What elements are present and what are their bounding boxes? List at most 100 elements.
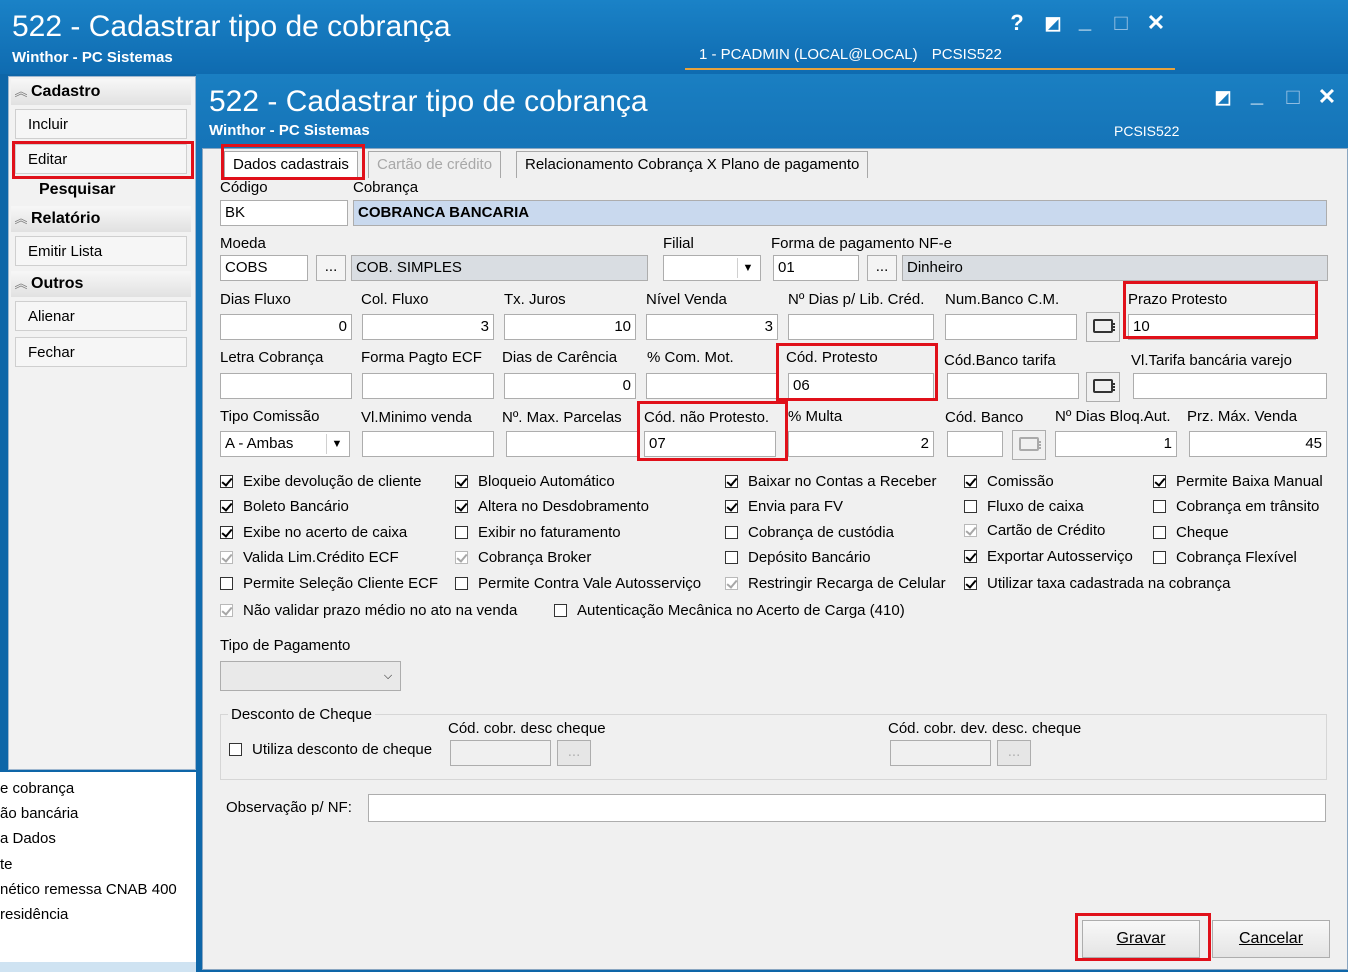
option-checkbox[interactable]: Baixar no Contas a Receber — [725, 472, 936, 492]
num-banco-field[interactable] — [945, 314, 1077, 340]
dias-lib-field[interactable] — [788, 314, 934, 340]
sidebar-section-relatorio[interactable]: ︽ Relatório — [11, 206, 191, 232]
list-item[interactable]: nético remessa CNAB 400 — [0, 881, 177, 898]
outer-minimize-icon[interactable]: _ — [1072, 8, 1098, 34]
nivel-venda-field[interactable]: 3 — [646, 314, 778, 340]
cobranca-field[interactable]: COBRANCA BANCARIA — [353, 200, 1327, 226]
letra-cobranca-field[interactable] — [220, 373, 352, 399]
list-item[interactable]: e cobrança — [0, 780, 74, 797]
option-checkbox[interactable]: Permite Baixa Manual — [1153, 472, 1323, 492]
option-checkbox[interactable]: Cobrança de custódia — [725, 523, 894, 543]
cod-protesto-field[interactable]: 06 — [788, 373, 934, 399]
option-checkbox[interactable]: Exibe devolução de cliente — [220, 472, 421, 492]
option-checkbox[interactable]: Depósito Bancário — [725, 548, 871, 568]
option-checkbox[interactable]: Permite Contra Vale Autosserviço — [455, 574, 701, 594]
save-button[interactable]: Gravar — [1082, 920, 1200, 958]
tipo-pagamento-select[interactable]: ⌵ — [220, 661, 401, 691]
outer-close-icon[interactable]: ✕ — [1143, 10, 1169, 36]
checkmark-icon — [725, 500, 738, 513]
vl-minimo-field[interactable] — [362, 431, 494, 457]
option-checkbox[interactable]: Cobrança Broker — [455, 548, 591, 568]
cod-banco-tarifa-lookup-button[interactable] — [1086, 372, 1120, 402]
option-checkbox[interactable]: Fluxo de caixa — [964, 497, 1084, 517]
option-checkbox[interactable]: Altera no Desdobramento — [455, 497, 649, 517]
cod-banco-tarifa-field[interactable] — [947, 373, 1079, 399]
cod-desc-lookup-button[interactable]: ... — [557, 740, 591, 766]
option-checkbox[interactable]: Autenticação Mecânica no Acerto de Carga… — [554, 601, 905, 621]
dias-carencia-field[interactable]: 0 — [504, 373, 636, 399]
option-checkbox[interactable]: Bloqueio Automático — [455, 472, 615, 492]
codigo-field[interactable]: BK — [220, 200, 348, 226]
cod-banco-tarifa-label: Cód.Banco tarifa — [944, 352, 1056, 369]
num-banco-lookup-button[interactable] — [1086, 312, 1120, 342]
tab-relacionamento[interactable]: Relacionamento Cobrança X Plano de pagam… — [516, 151, 869, 178]
option-checkbox[interactable]: Exportar Autosserviço — [964, 547, 1133, 567]
cod-dev-field[interactable] — [890, 740, 991, 766]
filial-select[interactable]: ▼ — [663, 255, 761, 281]
sidebar-section-cadastro[interactable]: ︽ Cadastro — [11, 79, 191, 105]
option-checkbox[interactable]: Cheque — [1153, 523, 1229, 543]
prz-max-venda-field[interactable]: 45 — [1189, 431, 1327, 457]
fechar-button[interactable]: Fechar — [15, 337, 187, 367]
outer-restore-icon[interactable]: ◩ — [1040, 10, 1066, 36]
dias-bloq-field[interactable]: 1 — [1055, 431, 1177, 457]
option-checkbox[interactable]: Cartão de Crédito — [964, 521, 1105, 541]
list-item[interactable]: te — [0, 856, 13, 873]
inner-minimize-icon[interactable]: _ — [1244, 82, 1270, 108]
dias-fluxo-field[interactable]: 0 — [220, 314, 352, 340]
utiliza-desconto-checkbox[interactable]: Utiliza desconto de cheque — [229, 740, 432, 760]
cod-banco-field[interactable] — [947, 431, 1003, 457]
option-checkbox[interactable]: Restringir Recarga de Celular — [725, 574, 946, 594]
prazo-protesto-field[interactable]: 10 — [1128, 314, 1316, 340]
list-item[interactable]: residência — [0, 906, 68, 923]
tab-cartao-credito[interactable]: Cartão de crédito — [368, 151, 502, 178]
editar-button[interactable]: Editar — [15, 144, 187, 174]
forma-pagto-ecf-field[interactable] — [362, 373, 494, 399]
multa-field[interactable]: 2 — [788, 431, 934, 457]
incluir-button[interactable]: Incluir — [15, 109, 187, 139]
tab-dados-cadastrais[interactable]: Dados cadastrais — [224, 151, 358, 178]
outer-maximize-icon[interactable]: □ — [1108, 10, 1134, 36]
com-mot-field[interactable] — [646, 373, 778, 399]
forma-pagto-field[interactable]: 01 — [773, 255, 859, 281]
sidebar-section-outros[interactable]: ︽ Outros — [11, 271, 191, 297]
checkbox-label: Cheque — [1176, 524, 1229, 541]
help-icon[interactable]: ? — [1004, 10, 1030, 36]
cod-desc-field[interactable] — [450, 740, 551, 766]
max-parcelas-field[interactable] — [506, 431, 638, 457]
moeda-lookup-button[interactable]: ... — [316, 255, 346, 281]
option-checkbox[interactable]: Exibe no acerto de caixa — [220, 523, 407, 543]
option-checkbox[interactable]: Cobrança em trânsito — [1153, 497, 1319, 517]
option-checkbox[interactable]: Cobrança Flexível — [1153, 548, 1297, 568]
pesquisar-button[interactable]: Pesquisar — [39, 181, 115, 199]
emitir-lista-button[interactable]: Emitir Lista — [15, 236, 187, 266]
option-checkbox[interactable]: Valida Lim.Crédito ECF — [220, 548, 399, 568]
option-checkbox[interactable]: Envia para FV — [725, 497, 843, 517]
alienar-button[interactable]: Alienar — [15, 301, 187, 331]
checkmark-icon — [455, 500, 468, 513]
option-checkbox[interactable]: Utilizar taxa cadastrada na cobrança — [964, 574, 1230, 594]
list-item[interactable]: ão bancária — [0, 805, 78, 822]
cod-dev-lookup-button[interactable]: ... — [997, 740, 1031, 766]
forma-pagto-lookup-button[interactable]: ... — [867, 255, 897, 281]
option-checkbox[interactable]: Comissão — [964, 472, 1054, 492]
cod-banco-lookup-button[interactable] — [1012, 430, 1046, 460]
option-checkbox[interactable]: Boleto Bancário — [220, 497, 349, 517]
col-fluxo-field[interactable]: 3 — [362, 314, 494, 340]
option-checkbox[interactable]: Exibir no faturamento — [455, 523, 621, 543]
vl-tarifa-field[interactable] — [1133, 373, 1327, 399]
moeda-field[interactable]: COBS — [220, 255, 308, 281]
chevron-down-icon: ⌵ — [383, 670, 393, 682]
cancel-button[interactable]: Cancelar — [1212, 920, 1330, 958]
inner-restore-icon[interactable]: ◩ — [1210, 84, 1236, 110]
list-item[interactable]: a Dados — [0, 830, 56, 847]
obs-field[interactable] — [368, 794, 1326, 822]
inner-close-icon[interactable]: ✕ — [1314, 84, 1340, 110]
cod-nao-protesto-field[interactable]: 07 — [644, 431, 776, 457]
checkbox-label: Envia para FV — [748, 498, 844, 515]
tipo-comissao-select[interactable]: A - Ambas ▼ — [220, 431, 350, 457]
inner-maximize-icon[interactable]: □ — [1280, 84, 1306, 110]
option-checkbox[interactable]: Não validar prazo médio no ato na venda — [220, 601, 517, 621]
tx-juros-field[interactable]: 10 — [504, 314, 636, 340]
option-checkbox[interactable]: Permite Seleção Cliente ECF — [220, 574, 438, 594]
